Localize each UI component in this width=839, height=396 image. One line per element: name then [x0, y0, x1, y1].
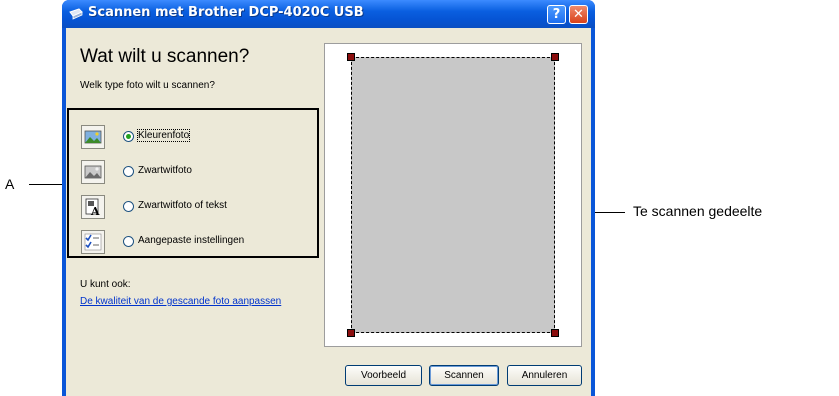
option-bw-text[interactable]: A Zwartwitfoto of tekst	[81, 195, 311, 219]
panel-title: Wat wilt u scannen?	[80, 46, 250, 67]
preview-button[interactable]: Voorbeeld	[345, 365, 422, 386]
label-grayscale-photo[interactable]: Zwartwitfoto	[138, 165, 192, 176]
handle-bottom-left[interactable]	[347, 329, 355, 337]
panel-subtitle: Welk type foto wilt u scannen?	[80, 80, 215, 91]
callout-scan-area-label: Te scannen gedeelte	[633, 203, 763, 219]
radio-custom-settings[interactable]	[123, 236, 134, 247]
radio-color-photo[interactable]	[123, 131, 134, 142]
color-photo-icon[interactable]	[81, 125, 105, 149]
scan-area-selection[interactable]	[351, 57, 555, 333]
adjust-quality-link[interactable]: De kwaliteit van de gescande foto aanpas…	[80, 296, 281, 307]
label-color-photo[interactable]: Kleurenfoto	[136, 129, 191, 142]
label-custom-settings[interactable]: Aangepaste instellingen	[138, 235, 244, 246]
handle-top-right[interactable]	[551, 53, 559, 61]
also-label: U kunt ook:	[80, 279, 131, 290]
title-bar[interactable]: Scannen met Brother DCP-4020C USB ? ✕	[62, 0, 595, 28]
radio-grayscale-photo[interactable]	[123, 166, 134, 177]
option-custom-settings[interactable]: Aangepaste instellingen	[81, 230, 311, 254]
preview-pane	[324, 43, 582, 347]
dialog-client-area: Wat wilt u scannen? Welk type foto wilt …	[66, 28, 591, 396]
option-color-photo[interactable]: Kleurenfoto	[81, 125, 311, 149]
grayscale-photo-icon[interactable]	[81, 160, 105, 184]
scan-button[interactable]: Scannen	[429, 365, 499, 386]
cancel-button[interactable]: Annuleren	[507, 365, 582, 386]
window-title: Scannen met Brother DCP-4020C USB	[88, 5, 364, 20]
option-grayscale-photo[interactable]: Zwartwitfoto	[81, 160, 311, 184]
svg-text:A: A	[90, 205, 100, 218]
handle-top-left[interactable]	[347, 53, 355, 61]
label-bw-text[interactable]: Zwartwitfoto of tekst	[138, 200, 227, 211]
custom-settings-icon[interactable]	[81, 230, 105, 254]
scanner-icon	[69, 8, 83, 20]
help-button[interactable]: ?	[547, 5, 566, 24]
bw-text-icon[interactable]: A	[81, 195, 105, 219]
scan-type-options: Kleurenfoto Zwartwitfoto A Zwartwitfoto …	[67, 108, 319, 258]
radio-bw-text[interactable]	[123, 201, 134, 212]
callout-a-label: A	[5, 176, 15, 192]
close-button[interactable]: ✕	[569, 5, 588, 24]
scan-dialog-window: Scannen met Brother DCP-4020C USB ? ✕ Wa…	[62, 0, 595, 396]
handle-bottom-right[interactable]	[551, 329, 559, 337]
